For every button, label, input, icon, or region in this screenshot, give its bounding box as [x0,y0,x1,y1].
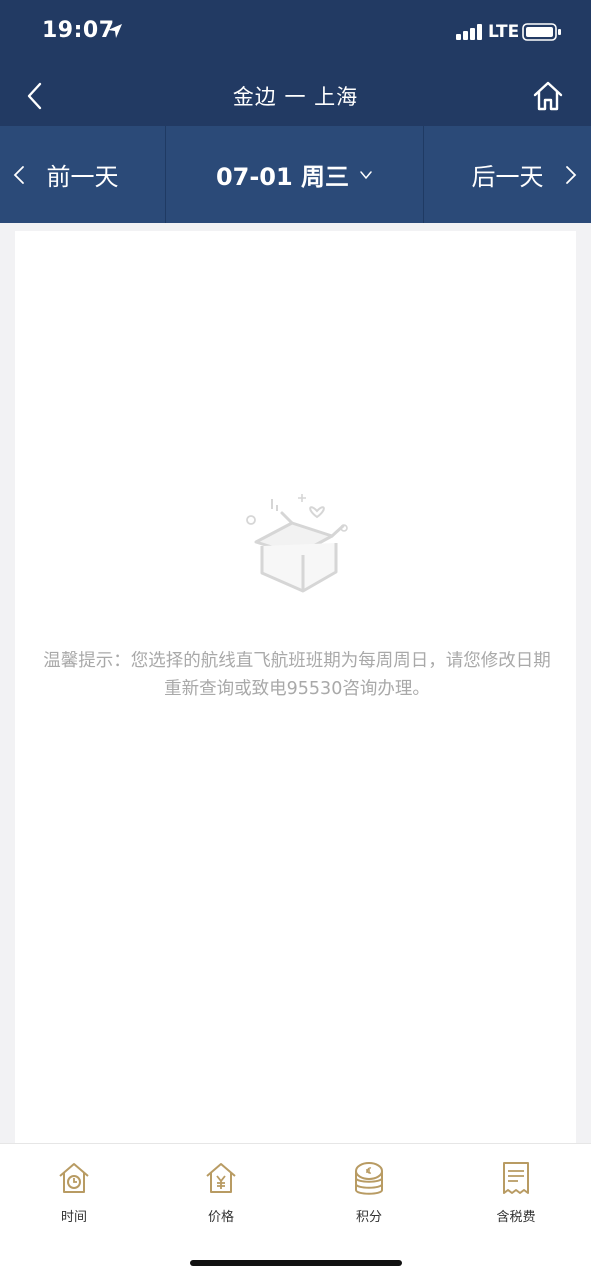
tab-time-label: 时间 [60,1210,87,1225]
notice-text: 温馨提示：您选择的航线直飞航班班期为每周周日，请您修改日期重新查询或致电9553… [43,651,551,699]
tab-points[interactable]: 积分 [319,1160,419,1240]
tab-tax-label: 含税费 [496,1210,536,1225]
tab-tax[interactable]: 含税费 [466,1160,566,1240]
signal-icon [456,24,482,40]
chevron-right-icon[interactable] [564,164,578,186]
battery-icon [522,23,561,41]
status-bar: 19:07 LTE [0,0,591,64]
page-title: 金边 一 上海 [232,85,359,109]
current-date-label: 07-01 周三 [215,163,350,191]
date-selector: 前一天 07-01 周三 后一天 [0,126,591,223]
network-type: LTE [488,22,520,42]
empty-box-icon [246,494,348,593]
tab-points-label: 积分 [355,1210,382,1225]
home-icon[interactable] [528,78,568,114]
results-panel: 温馨提示：您选择的航线直飞航班班期为每周周日，请您修改日期重新查询或致电9553… [15,231,576,1143]
clock-house-icon [59,1163,89,1193]
sort-tab-bar: 时间 价格 积分 含税费 [0,1143,591,1279]
tab-price[interactable]: 价格 [171,1160,271,1240]
home-indicator [190,1260,402,1266]
tab-time[interactable]: 时间 [24,1160,124,1240]
prev-day-label: 前一天 [46,163,119,191]
yen-house-icon [206,1163,236,1193]
current-date-dropdown[interactable]: 07-01 周三 [166,126,424,223]
tax-receipt-icon [503,1162,529,1194]
coins-icon [355,1162,383,1195]
next-day-label: 后一天 [471,163,544,191]
tab-price-label: 价格 [207,1210,234,1225]
location-arrow-icon [108,24,122,38]
status-time: 19:07 [42,18,115,43]
prev-day-button[interactable]: 前一天 [0,126,166,223]
chevron-down-icon [360,170,372,179]
nav-bar: 金边 一 上海 [0,64,591,126]
